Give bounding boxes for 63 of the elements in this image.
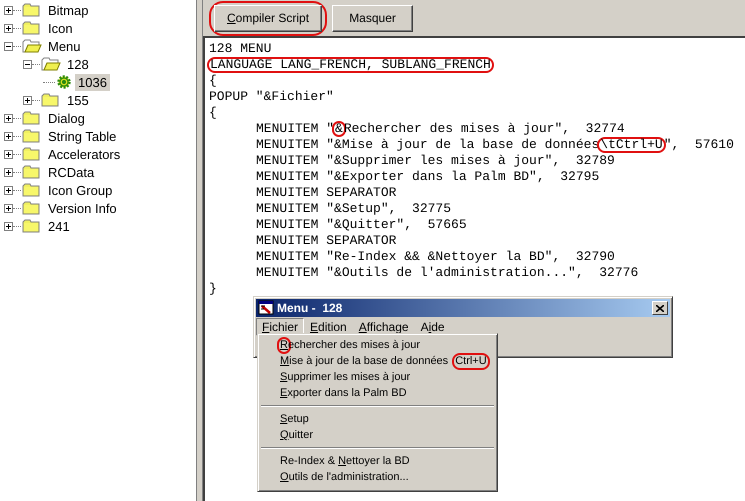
gear-icon [56,74,72,90]
tree-item[interactable]: Bitmap [45,2,92,18]
tree-item[interactable]: RCData [45,164,98,180]
command-item[interactable]: Outils de l'administration... [260,469,495,485]
collapse-icon[interactable] [23,60,32,68]
expand-icon[interactable] [4,150,13,158]
code-text: MENUITEM SEPARATOR [256,233,396,248]
tree-item[interactable]: 128 [64,56,92,72]
tree-item[interactable]: Version Info [45,200,120,216]
collapse-icon[interactable] [4,42,13,50]
code-text: MENUITEM "&Outils de l'administration...", 32776 [256,265,638,280]
tree-item[interactable]: Accelerators [45,146,124,162]
tree-item[interactable]: Icon Group [45,182,116,198]
tree-item[interactable]: Menu [45,38,84,54]
expand-icon[interactable] [4,132,13,140]
code-text: MENUITEM " [256,121,334,136]
code-text: MENUITEM "&Supprimer les mises à jour", 32789 [256,153,615,168]
tree-item[interactable]: 1036 [75,74,110,90]
menu-bar-item[interactable]: Edition [304,318,353,336]
close-icon [656,304,664,312]
expand-icon[interactable] [4,24,13,32]
code-text: \tCtrl+U [600,137,663,152]
tree-item[interactable]: 155 [64,92,92,108]
code-text: ", 57610 [664,137,734,152]
compile-button[interactable]: Compiler Script [214,4,322,32]
code-text: MENUITEM "&Quitter", 57665 [256,217,467,232]
expand-icon[interactable] [4,168,13,176]
code-text: MENUITEM "&Setup", 32775 [256,201,452,216]
tree-item[interactable]: String Table [45,128,120,144]
code-text: 128 MENU [209,41,272,56]
tree-item[interactable]: Icon [45,20,76,36]
menu-bar-item[interactable]: Aide [414,318,451,336]
close-button[interactable] [652,301,668,315]
code-text: POPUP "&Fichier" [209,89,334,104]
command-item[interactable]: Quitter [260,427,495,443]
code-text: { [209,105,217,120]
expand-icon[interactable] [23,96,32,104]
code-text: } [209,281,217,296]
command-item[interactable]: Re-Index & Nettoyer la BD [260,453,495,469]
shortcut-text: Ctrl+U [455,354,487,366]
command-item[interactable]: Supprimer les mises à jour [260,369,495,385]
code-text: MENUITEM "&Exporter dans la Palm BD", 32795 [256,169,600,184]
command-item[interactable]: Exporter dans la Palm BD [260,385,495,401]
expand-icon[interactable] [4,6,13,14]
window-title: Menu - 128 [277,301,344,315]
expand-icon[interactable] [4,114,13,122]
menu-bar-item[interactable]: Affichage [352,318,415,336]
mnemonic-letter: R [280,338,288,350]
expand-icon[interactable] [4,204,13,212]
command-item[interactable]: Setup [260,411,495,427]
code-text: MENUITEM "Re-Index && &Nettoyer la BD", 32790 [256,249,615,264]
code-text: { [209,73,217,88]
code-text: MENUITEM SEPARATOR [256,185,396,200]
tree-item[interactable]: Dialog [45,110,88,126]
code-text: LANGUAGE LANG_FRENCH, SUBLANG_FRENCH [210,57,491,72]
command-item[interactable]: Mise à jour de la base de données Ctrl+U [260,353,495,369]
code-text: MENUITEM "&Mise à jour de la base de données [256,137,600,152]
code-text: & [335,121,343,136]
expand-icon[interactable] [4,186,13,194]
app-icon [258,300,274,316]
tree-item[interactable]: 241 [45,218,73,234]
hide-button[interactable]: Masquer [332,4,414,32]
expand-icon[interactable] [4,222,13,230]
